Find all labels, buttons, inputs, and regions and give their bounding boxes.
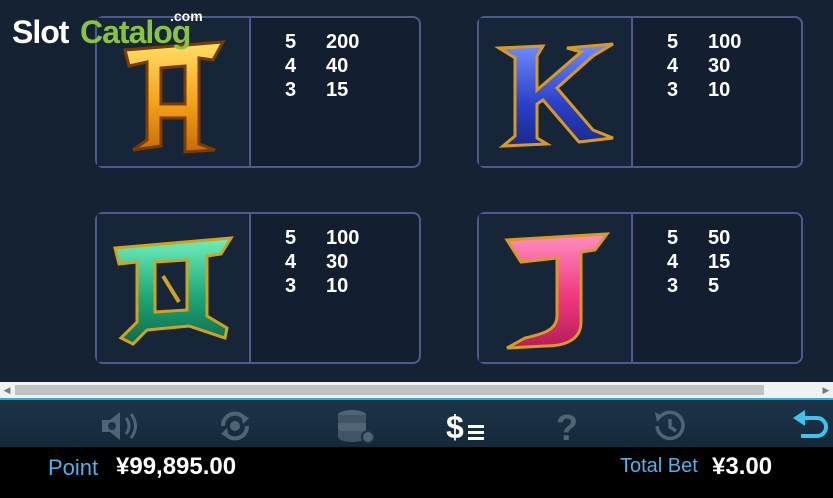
payout-count: 5 xyxy=(667,226,679,249)
payout-value: 15 xyxy=(326,78,349,101)
paytable-panel: 5 200 4 40 3 15 5 100 4 30 3 10 5 100 4 … xyxy=(0,0,833,382)
payout-row: 3 10 xyxy=(285,274,359,298)
payout-count: 4 xyxy=(667,250,679,273)
payout-row: 4 30 xyxy=(667,54,741,78)
horizontal-scrollbar[interactable]: ◀ ▶ xyxy=(0,382,833,398)
symbol-k-cell xyxy=(479,18,633,166)
payout-value: 5 xyxy=(708,274,720,297)
sound-settings-button[interactable] xyxy=(96,406,144,446)
symbol-q-icon xyxy=(113,236,234,346)
payout-row: 5 200 xyxy=(285,30,359,54)
payout-value: 30 xyxy=(708,54,731,77)
symbol-j-cell xyxy=(479,214,633,362)
svg-text:$: $ xyxy=(446,409,464,444)
payout-count: 3 xyxy=(285,274,297,297)
payout-value: 15 xyxy=(708,250,731,273)
payout-row: 5 100 xyxy=(285,226,359,250)
scroll-left-arrow-icon[interactable]: ◀ xyxy=(0,382,14,398)
speaker-gear-icon xyxy=(102,412,137,440)
paytable-card-q: 5 100 4 30 3 10 xyxy=(95,212,421,364)
scroll-right-arrow-icon[interactable]: ▶ xyxy=(819,382,833,398)
symbol-q-cell xyxy=(97,214,251,362)
payout-value: 200 xyxy=(326,30,360,53)
payout-row: 35 xyxy=(667,274,730,298)
payout-row: 4 40 xyxy=(285,54,359,78)
payout-count: 3 xyxy=(285,78,297,101)
payout-value: 10 xyxy=(326,274,349,297)
payout-list-k: 5 100 4 30 3 10 xyxy=(667,30,741,102)
total-bet-label: Total Bet xyxy=(620,455,698,477)
payout-value: 50 xyxy=(708,226,731,249)
svg-text:?: ? xyxy=(556,408,578,444)
autoplay-cycle-icon xyxy=(220,411,250,441)
payout-value: 40 xyxy=(326,54,349,77)
question-mark-icon: ? xyxy=(556,408,578,444)
paytable-button[interactable]: $ xyxy=(443,406,491,446)
point-balance: ¥99,895.00 xyxy=(116,453,237,480)
symbol-k-icon xyxy=(494,42,614,148)
payout-row: 4 30 xyxy=(285,250,359,274)
payout-count: 4 xyxy=(285,54,297,77)
payout-value: 30 xyxy=(326,250,349,273)
payout-count: 5 xyxy=(285,30,297,53)
history-button[interactable] xyxy=(645,406,693,446)
total-bet-value: ¥3.00 xyxy=(712,453,773,480)
autoplay-button[interactable] xyxy=(211,406,259,446)
watermark-slot-text: Slot xyxy=(12,14,69,50)
payout-list-j: 5 50 4 15 35 xyxy=(667,226,730,298)
history-clock-icon xyxy=(655,410,685,441)
bet-chips-button[interactable] xyxy=(330,406,378,446)
payout-row: 3 15 xyxy=(285,78,359,102)
payout-count: 5 xyxy=(285,226,297,249)
point-label: Point xyxy=(48,455,99,480)
payout-count: 5 xyxy=(667,30,679,53)
payout-list-a: 5 200 4 40 3 15 xyxy=(285,30,359,102)
status-bar: Point ¥99,895.00 Total Bet ¥3.00 xyxy=(0,447,833,498)
help-button[interactable]: ? xyxy=(543,406,591,446)
symbol-j-icon xyxy=(504,232,611,350)
payout-count: 3 xyxy=(667,274,679,297)
payout-value: 10 xyxy=(708,78,731,101)
paytable-card-j: 5 50 4 15 35 xyxy=(477,212,803,364)
chip-stack-icon xyxy=(338,410,375,444)
dollar-lines-icon: $ xyxy=(446,409,484,444)
return-arrow-icon xyxy=(793,410,828,438)
payout-value: 100 xyxy=(708,30,742,53)
payout-value: 100 xyxy=(326,226,360,249)
payout-count: 3 xyxy=(667,78,679,101)
watermark-com-text: .com xyxy=(170,8,203,24)
payout-count: 4 xyxy=(667,54,679,77)
payout-count: 4 xyxy=(285,250,297,273)
payout-row: 5 100 xyxy=(667,30,741,54)
payout-row: 5 50 xyxy=(667,226,730,250)
back-button[interactable] xyxy=(785,406,833,446)
game-toolbar: $ ? xyxy=(0,398,833,447)
payout-list-q: 5 100 4 30 3 10 xyxy=(285,226,359,298)
paytable-card-k: 5 100 4 30 3 10 xyxy=(477,16,803,168)
scrollbar-thumb[interactable] xyxy=(15,385,764,395)
payout-row: 4 15 xyxy=(667,250,730,274)
payout-row: 3 10 xyxy=(667,78,741,102)
